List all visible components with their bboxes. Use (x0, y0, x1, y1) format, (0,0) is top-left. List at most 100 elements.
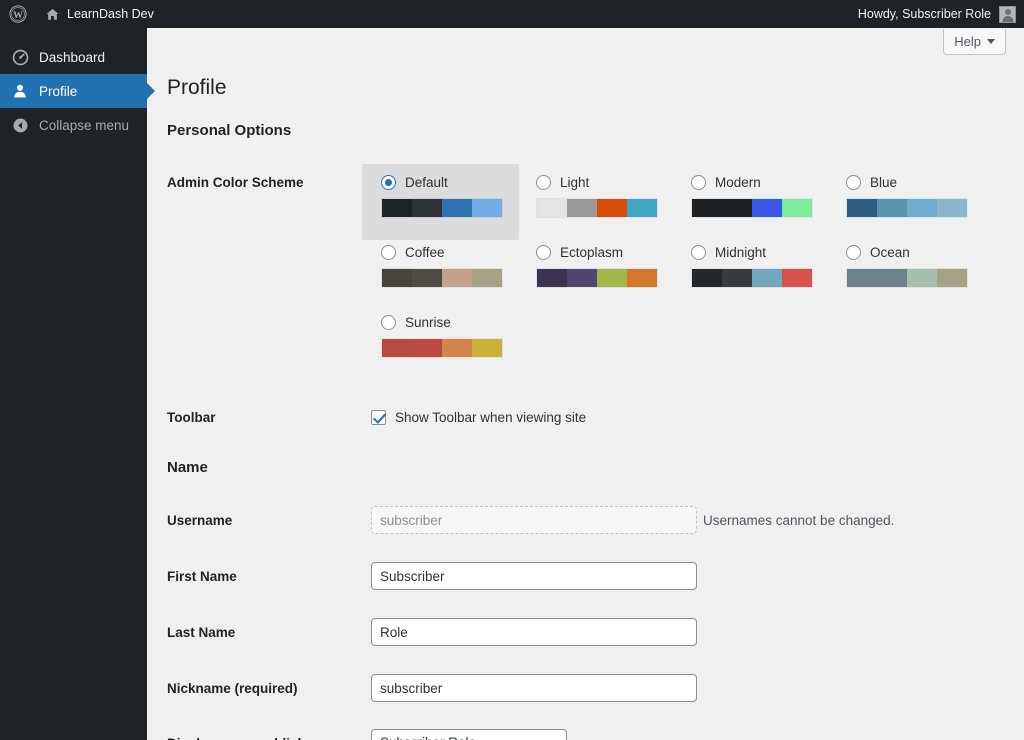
admin-bar-right: Howdy, Subscriber Role (858, 5, 1024, 23)
color-scheme-header: Midnight (691, 243, 836, 261)
name-heading: Name (167, 459, 208, 476)
swatch (412, 199, 442, 217)
color-scheme-option-default[interactable]: Default (362, 164, 519, 240)
swatch (537, 269, 567, 287)
last-name-label: Last Name (167, 625, 236, 640)
display-name-label: Display name publicly as (167, 736, 328, 740)
color-scheme-name: Light (560, 174, 590, 190)
color-scheme-option-ectoplasm[interactable]: Ectoplasm (526, 234, 681, 304)
color-scheme-palette (846, 198, 968, 218)
radio-ocean[interactable] (846, 244, 861, 260)
color-scheme-palette (691, 198, 813, 218)
display-name-select-wrap[interactable]: Subscriber Role (371, 729, 567, 740)
last-name-input[interactable] (371, 618, 697, 646)
color-scheme-name: Sunrise (405, 314, 451, 330)
radio-blue[interactable] (846, 174, 861, 190)
color-scheme-name: Ocean (870, 244, 910, 260)
swatch (937, 269, 967, 287)
display-name-select[interactable]: Subscriber Role (371, 729, 567, 740)
swatch (907, 269, 937, 287)
swatch (847, 269, 907, 287)
sidebar-item-label: Profile (39, 83, 78, 99)
swatch (382, 339, 412, 357)
swatch (567, 269, 597, 287)
site-name-menu-item[interactable]: LearnDash Dev (36, 0, 163, 28)
color-scheme-palette (846, 268, 968, 288)
color-scheme-name: Coffee (405, 244, 445, 260)
swatch (412, 339, 442, 357)
admin-bar: W LearnDash Dev Howdy, Subscriber Role (0, 0, 1024, 28)
first-name-input[interactable] (371, 562, 697, 590)
swatch (472, 199, 502, 217)
personal-options-heading: Personal Options (167, 122, 292, 139)
swatch (937, 199, 967, 217)
color-scheme-palette (536, 198, 658, 218)
help-tab-button[interactable]: Help (943, 29, 1006, 55)
swatch (752, 269, 782, 287)
color-scheme-palette (536, 268, 658, 288)
swatch (597, 269, 627, 287)
swatch (782, 199, 812, 217)
username-input (371, 506, 697, 534)
swatch (567, 199, 597, 217)
color-scheme-name: Midnight (715, 244, 767, 260)
admin-color-scheme-options: Default Light Modern Blue Coffee Ectopla… (362, 164, 1013, 374)
color-scheme-name: Ectoplasm (560, 244, 624, 260)
swatch (412, 269, 442, 287)
howdy-greeting[interactable]: Howdy, Subscriber Role (858, 7, 991, 21)
page-title: Profile (167, 76, 227, 99)
radio-modern[interactable] (691, 174, 706, 190)
radio-sunrise[interactable] (381, 314, 396, 330)
collapse-menu-button[interactable]: Collapse menu (0, 108, 147, 142)
color-scheme-header: Coffee (381, 243, 526, 261)
swatch (907, 199, 937, 217)
user-icon (10, 83, 30, 99)
color-scheme-option-coffee[interactable]: Coffee (371, 234, 526, 304)
radio-ectoplasm[interactable] (536, 244, 551, 260)
wordpress-logo-icon: W (9, 5, 27, 23)
svg-text:W: W (13, 10, 23, 21)
sidebar-item-profile[interactable]: Profile (0, 74, 155, 108)
color-scheme-option-light[interactable]: Light (526, 164, 681, 234)
radio-light[interactable] (536, 174, 551, 190)
chevron-down-icon (987, 39, 995, 44)
color-scheme-name: Blue (870, 174, 898, 190)
swatch (382, 199, 412, 217)
admin-color-scheme-label: Admin Color Scheme (167, 175, 304, 190)
color-scheme-header: Ectoplasm (536, 243, 681, 261)
swatch (442, 269, 472, 287)
color-scheme-option-blue[interactable]: Blue (836, 164, 991, 234)
color-scheme-header: Light (536, 173, 681, 191)
swatch (442, 339, 472, 357)
radio-default[interactable] (381, 174, 396, 190)
nickname-input[interactable] (371, 674, 697, 702)
swatch (597, 199, 627, 217)
swatch (627, 199, 657, 217)
show-toolbar-row[interactable]: Show Toolbar when viewing site (371, 410, 586, 425)
username-note: Usernames cannot be changed. (703, 513, 895, 528)
color-scheme-option-modern[interactable]: Modern (681, 164, 836, 234)
radio-midnight[interactable] (691, 244, 706, 260)
color-scheme-header: Ocean (846, 243, 991, 261)
sidebar-item-label: Dashboard (39, 49, 106, 65)
swatch (472, 269, 502, 287)
show-toolbar-checkbox[interactable] (371, 410, 386, 425)
username-label: Username (167, 513, 233, 528)
sidebar-item-dashboard[interactable]: Dashboard (0, 40, 147, 74)
color-scheme-palette (691, 268, 813, 288)
radio-coffee[interactable] (381, 244, 396, 260)
help-label: Help (954, 34, 981, 49)
admin-sidebar-menu: Dashboard Profile Collapse menu (0, 28, 155, 740)
color-scheme-palette (381, 198, 503, 218)
color-scheme-option-midnight[interactable]: Midnight (681, 234, 836, 304)
swatch (472, 339, 502, 357)
color-scheme-option-sunrise[interactable]: Sunrise (371, 304, 526, 374)
wp-logo-menu-item[interactable]: W (0, 0, 36, 28)
swatch (537, 199, 567, 217)
color-scheme-option-ocean[interactable]: Ocean (836, 234, 991, 304)
color-scheme-palette (381, 338, 503, 358)
avatar[interactable] (999, 5, 1016, 23)
main-content: Help Profile Personal Options Admin Colo… (147, 28, 1024, 740)
swatch (847, 199, 877, 217)
swatch (627, 269, 657, 287)
